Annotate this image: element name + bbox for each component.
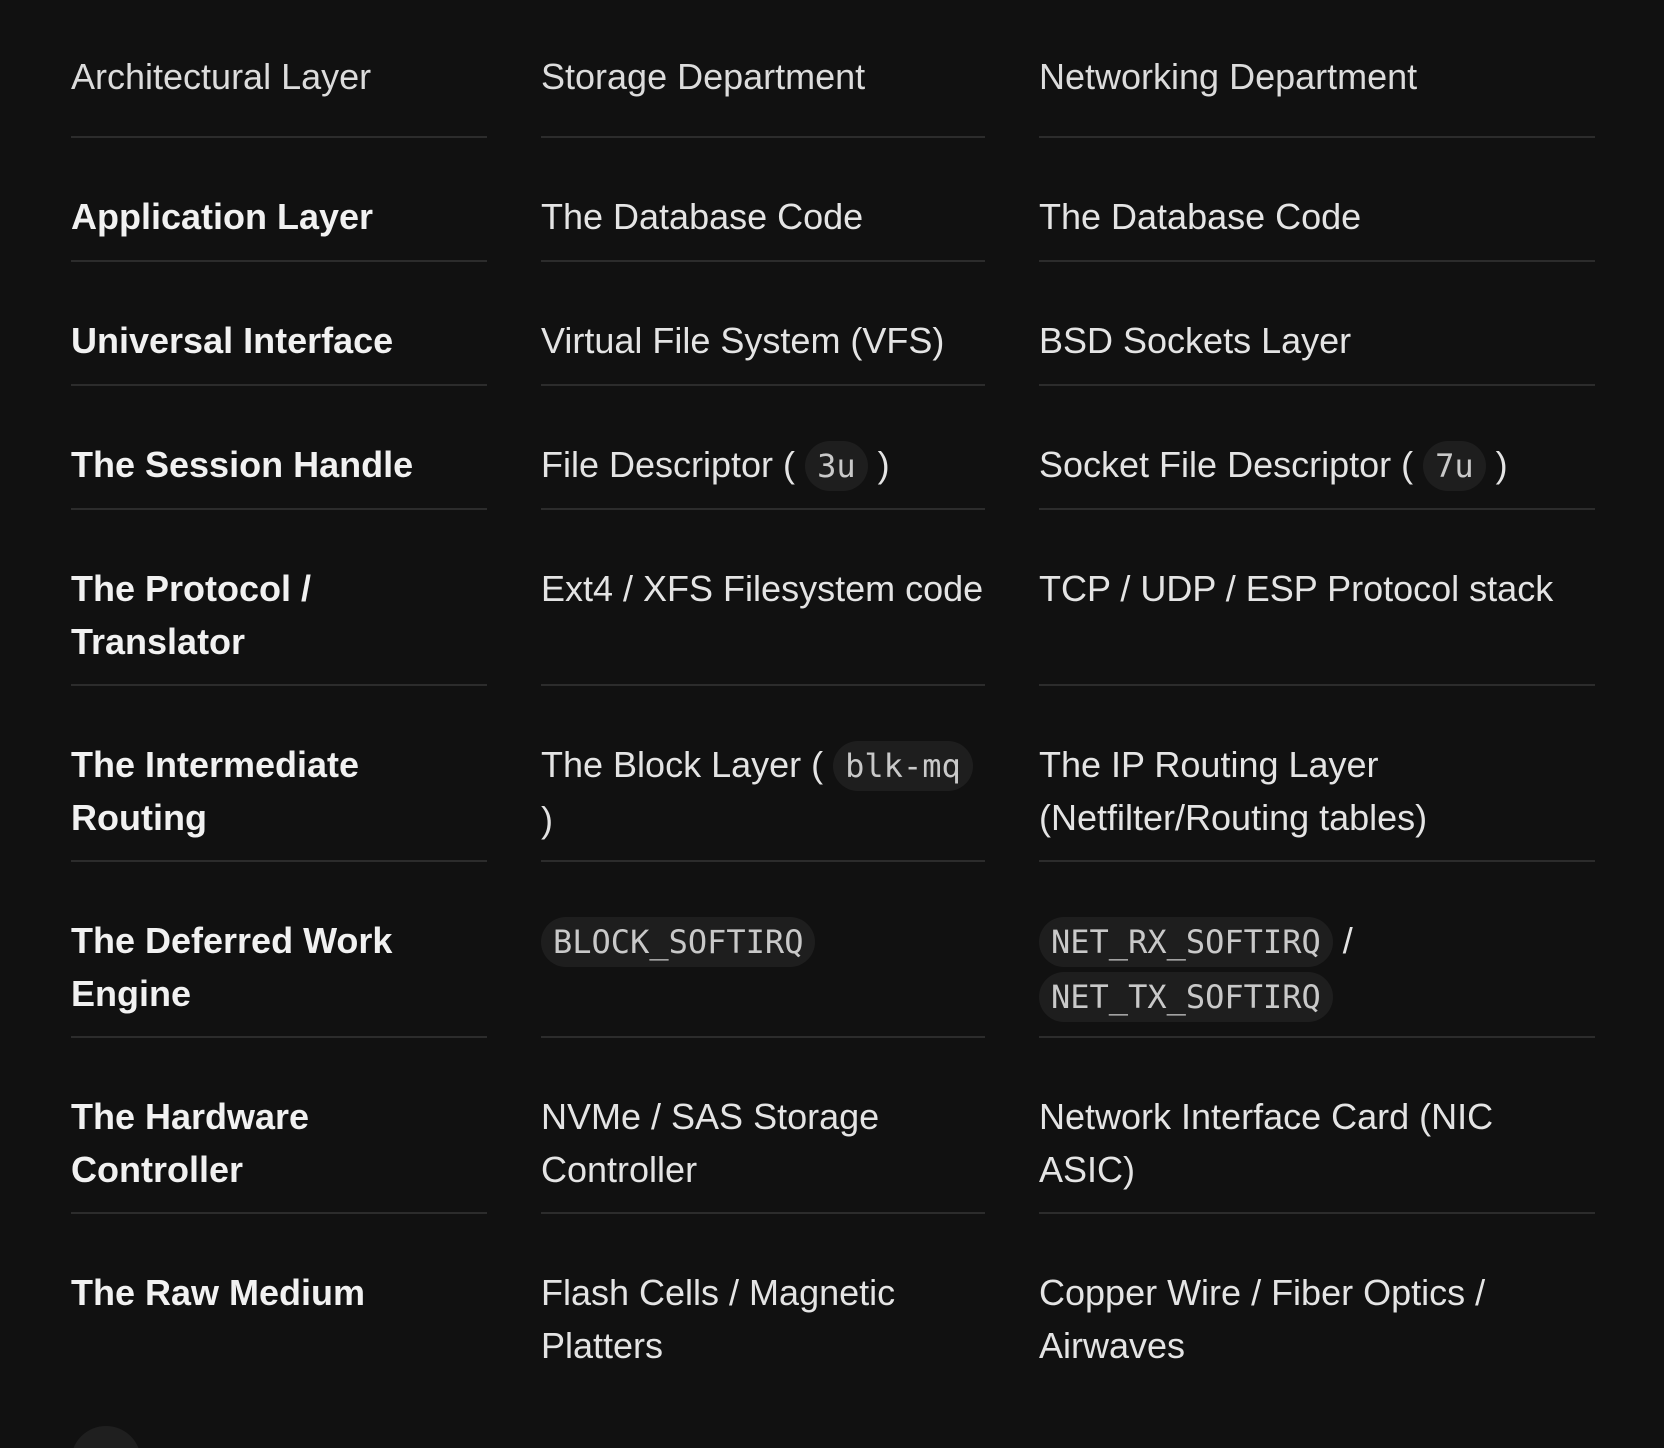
comparison-table: Architectural Layer Storage Department N… (71, 0, 1595, 1390)
network-separator: / (1342, 920, 1353, 961)
table-row: Application Layer The Database Code The … (71, 138, 1595, 262)
table-row: The Hardware Controller NVMe / SAS Stora… (71, 1038, 1595, 1214)
row-label: Application Layer (71, 138, 487, 262)
header-networking-department: Networking Department (1039, 0, 1595, 138)
inline-code: BLOCK_SOFTIRQ (541, 917, 816, 967)
header-storage-department: Storage Department (541, 0, 985, 138)
storage-cell: Virtual File System (VFS) (541, 262, 985, 386)
storage-cell: The Block Layer ( blk-mq ) (541, 686, 985, 862)
network-cell: Socket File Descriptor ( 7u ) (1039, 386, 1595, 510)
network-cell: The IP Routing Layer (Netfilter/Routing … (1039, 686, 1595, 862)
storage-cell: File Descriptor ( 3u ) (541, 386, 985, 510)
inline-code: 7u (1423, 441, 1486, 491)
inline-code: 3u (805, 441, 868, 491)
inline-code: NET_RX_SOFTIRQ (1039, 917, 1333, 967)
row-label: The Deferred Work Engine (71, 862, 487, 1038)
row-label: Universal Interface (71, 262, 487, 386)
network-cell: Network Interface Card (NIC ASIC) (1039, 1038, 1595, 1214)
table-row: The Deferred Work Engine BLOCK_SOFTIRQ N… (71, 862, 1595, 1038)
storage-cell: NVMe / SAS Storage Controller (541, 1038, 985, 1214)
row-label: The Protocol / Translator (71, 510, 487, 686)
storage-text-suffix: ) (541, 799, 553, 840)
table-row: Universal Interface Virtual File System … (71, 262, 1595, 386)
network-cell: The Database Code (1039, 138, 1595, 262)
row-label: The Raw Medium (71, 1272, 366, 1313)
header-architectural-layer: Architectural Layer (71, 0, 487, 138)
storage-text-suffix: ) (877, 444, 890, 485)
storage-cell: BLOCK_SOFTIRQ (541, 862, 985, 1038)
network-cell: BSD Sockets Layer (1039, 262, 1595, 386)
more-options-button[interactable]: ... (71, 1426, 141, 1448)
storage-text-prefix: File Descriptor ( (541, 444, 796, 485)
network-cell: NET_RX_SOFTIRQ / NET_TX_SOFTIRQ (1039, 862, 1595, 1038)
network-text-prefix: Socket File Descriptor ( (1039, 444, 1414, 485)
network-cell: TCP / UDP / ESP Protocol stack (1039, 510, 1595, 686)
network-cell: Copper Wire / Fiber Optics / Airwaves (1039, 1272, 1486, 1366)
table-row: The Raw Medium Flash Cells / Magnetic Pl… (71, 1214, 1595, 1390)
storage-cell: Ext4 / XFS Filesystem code (541, 510, 985, 686)
storage-cell: The Database Code (541, 138, 985, 262)
inline-code: blk-mq (833, 741, 973, 791)
inline-code: NET_TX_SOFTIRQ (1039, 972, 1333, 1022)
storage-cell: Flash Cells / Magnetic Platters (541, 1272, 896, 1366)
row-label: The Session Handle (71, 386, 487, 510)
row-label: The Hardware Controller (71, 1038, 487, 1214)
storage-text-prefix: The Block Layer ( (541, 744, 824, 785)
network-text-suffix: ) (1495, 444, 1508, 485)
table-row: The Intermediate Routing The Block Layer… (71, 686, 1595, 862)
table-row: The Protocol / Translator Ext4 / XFS Fil… (71, 510, 1595, 686)
table-row: The Session Handle File Descriptor ( 3u … (71, 386, 1595, 510)
row-label: The Intermediate Routing (71, 686, 487, 862)
table-header-row: Architectural Layer Storage Department N… (71, 0, 1595, 138)
